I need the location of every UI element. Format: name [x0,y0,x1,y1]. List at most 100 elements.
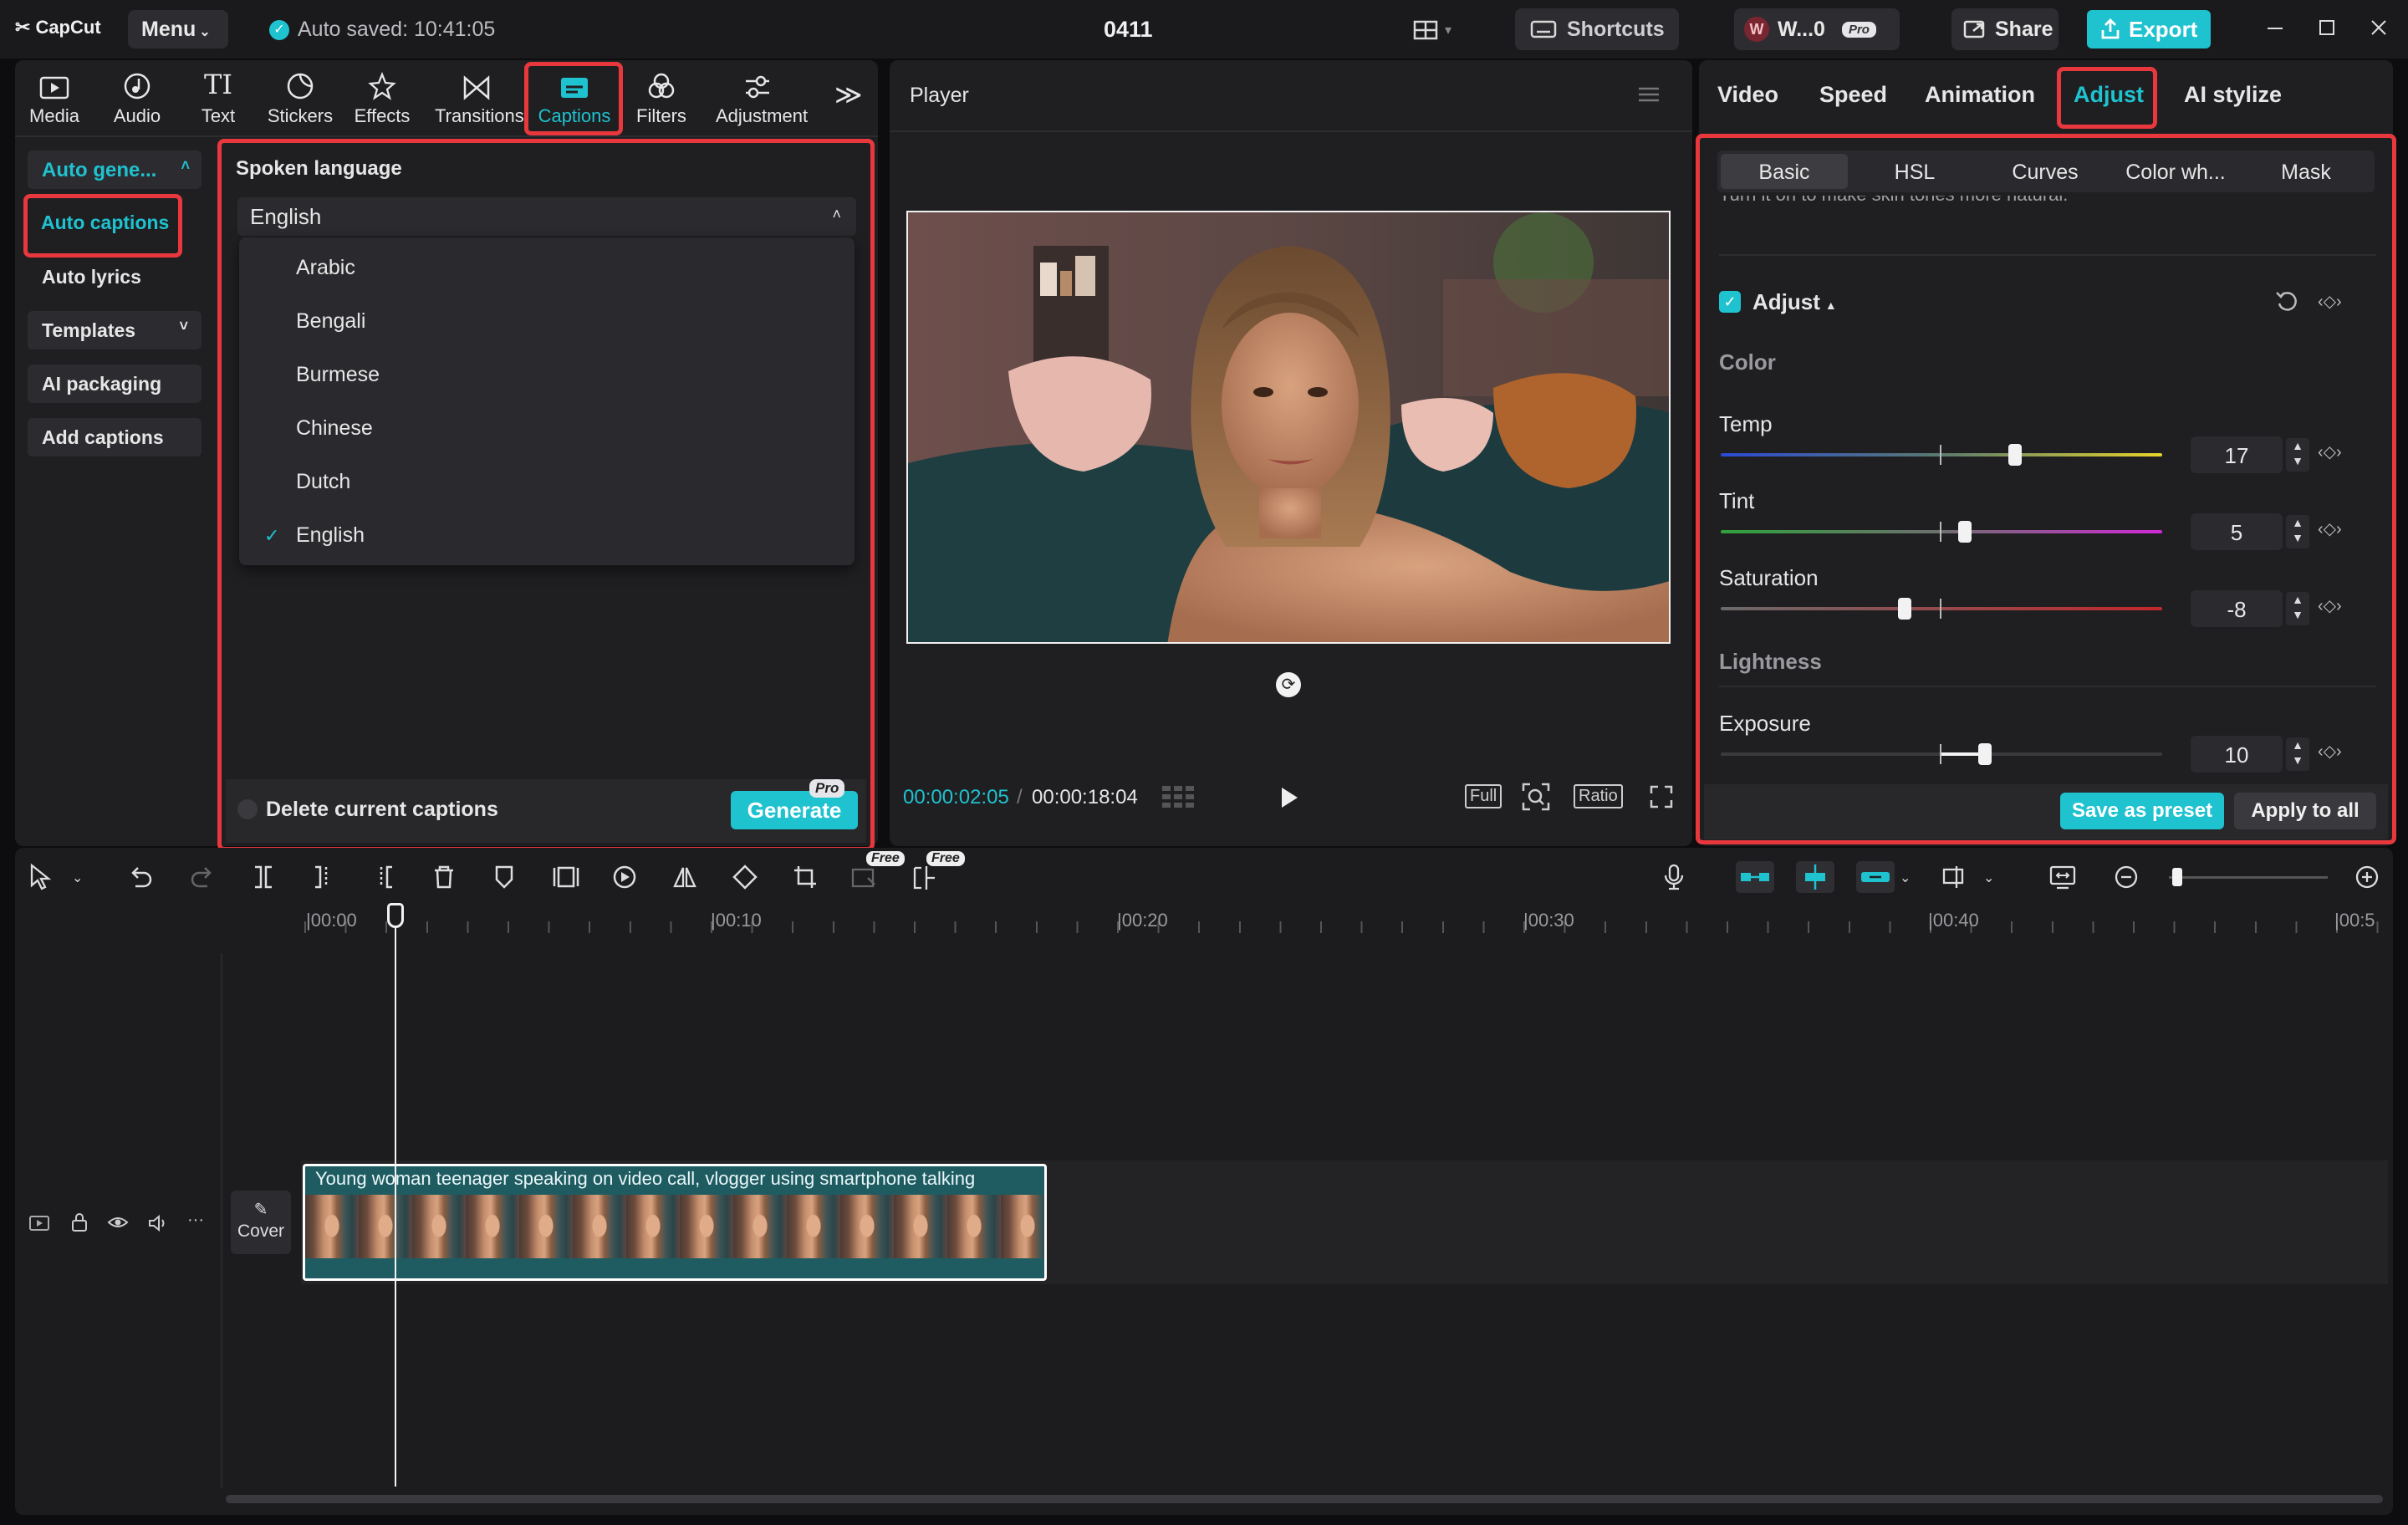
tool-effects[interactable]: Effects [340,65,424,132]
tab-speed[interactable]: Speed [1819,82,1887,108]
auto-reframe-icon[interactable] [851,866,878,894]
auto-lyrics-item[interactable]: Auto lyrics [42,266,141,288]
language-option-dutch[interactable]: Dutch [296,470,350,494]
language-option-arabic[interactable]: Arabic [296,256,355,280]
menu-button[interactable]: Menu ⌄ [128,10,228,48]
timeline-scrollbar[interactable] [226,1495,2383,1503]
exposure-value-input[interactable]: 10 [2191,736,2283,773]
language-option-burmese[interactable]: Burmese [296,363,380,387]
lock-icon[interactable] [70,1212,89,1237]
select-dropdown-icon[interactable]: ⌄ [72,870,83,886]
redo-icon[interactable] [189,865,214,894]
player-menu-icon[interactable] [1637,85,1661,108]
share-button[interactable]: Share [1951,8,2059,50]
saturation-value-input[interactable]: -8 [2191,590,2283,627]
volume-icon[interactable] [147,1214,169,1237]
subtab-mask[interactable]: Mask [2242,154,2370,185]
tab-ai-stylize[interactable]: AI stylize [2184,82,2282,108]
tool-audio[interactable]: Audio [95,65,179,132]
add-captions-item[interactable]: Add captions [28,418,202,456]
undo-icon[interactable] [129,865,154,894]
tint-slider-handle[interactable] [1958,521,1972,543]
preview-axis-icon[interactable] [1941,865,1975,894]
workspace-button[interactable]: W W...0 Pro [1734,8,1900,50]
save-preset-button[interactable]: Save as preset [2060,793,2224,829]
tool-text[interactable]: TI Text [176,65,260,132]
tint-value-input[interactable]: 5 [2191,513,2283,550]
marker-icon[interactable] [492,865,517,894]
saturation-slider-handle[interactable] [1898,598,1911,620]
freeze-icon[interactable] [552,865,580,894]
temp-keyframe-icon[interactable]: ‹◇› [2318,441,2342,462]
video-preview[interactable] [906,211,1671,644]
tint-stepper-icon[interactable]: ▲ ▼ [2286,515,2309,548]
reverse-icon[interactable] [612,865,637,894]
more-tools-icon[interactable]: ≫ [834,79,863,110]
spoken-language-select[interactable]: English ˄ [237,197,856,236]
mirror-icon[interactable] [672,865,697,894]
export-button[interactable]: Export [2087,10,2211,48]
temp-value-input[interactable]: 17 [2191,436,2283,473]
subtab-curves[interactable]: Curves [1982,154,2109,185]
link-dropdown-icon[interactable]: ⌄ [1900,870,1911,886]
preview-axis-dropdown-icon[interactable]: ⌄ [1983,870,1994,886]
tool-transitions[interactable]: Transitions [435,65,524,132]
close-button[interactable] [2366,15,2391,40]
delete-captions-checkbox[interactable] [237,799,258,819]
microphone-icon[interactable] [1662,863,1686,895]
main-track-magnet-icon[interactable] [1736,861,1774,893]
temp-slider-track[interactable] [1721,453,2162,456]
subtab-basic[interactable]: Basic [1721,154,1848,189]
tool-stickers[interactable]: Stickers [258,65,342,132]
ai-packaging-item[interactable]: AI packaging [28,365,202,403]
fullscreen-icon[interactable] [1649,784,1674,814]
minimize-button[interactable] [2263,15,2288,40]
full-button[interactable]: Full [1465,784,1502,808]
subtab-hsl[interactable]: HSL [1851,154,1978,185]
adjust-checkbox[interactable]: ✓ [1719,291,1741,313]
smart-cut-icon[interactable] [911,865,938,895]
saturation-keyframe-icon[interactable]: ‹◇› [2318,595,2342,616]
split-left-icon[interactable] [311,865,336,894]
rotate-icon[interactable] [732,865,758,894]
tool-media[interactable]: Media [13,65,96,132]
temp-slider-handle[interactable] [2008,444,2022,466]
language-option-english[interactable]: English [296,523,365,548]
shortcuts-button[interactable]: Shortcuts [1515,8,1679,50]
layout-icon[interactable]: ▾ [1413,18,1462,42]
fit-timeline-icon[interactable] [2048,865,2077,894]
eye-icon[interactable] [107,1214,129,1235]
tab-animation[interactable]: Animation [1925,82,2035,108]
keyframe-icon[interactable]: ‹◇› [2318,291,2342,312]
tool-filters[interactable]: Filters [620,65,703,132]
auto-generate-item[interactable]: Auto gene... ˄ [28,150,202,189]
split-right-icon[interactable] [371,865,396,894]
split-icon[interactable] [251,865,276,894]
templates-item[interactable]: Templates ˅ [28,311,202,349]
zoom-in-icon[interactable] [2354,865,2380,894]
apply-all-button[interactable]: Apply to all [2234,793,2376,829]
adjust-section-title[interactable]: Adjust ▲ [1752,289,1837,315]
timecode-grid-icon[interactable] [1161,784,1196,814]
ratio-button[interactable]: Ratio [1574,784,1623,808]
project-name[interactable]: 0411 [1104,17,1153,43]
play-icon[interactable] [1279,786,1299,814]
zoom-out-icon[interactable] [2114,865,2139,894]
delete-icon[interactable] [431,865,457,894]
zoom-slider-handle[interactable] [2172,868,2182,886]
tint-slider-track[interactable] [1721,530,2162,533]
exposure-slider-handle[interactable] [1978,743,1992,765]
crop-icon[interactable] [793,865,818,894]
tab-video[interactable]: Video [1717,82,1778,108]
saturation-slider-track[interactable] [1721,607,2162,610]
playhead-handle[interactable] [387,903,404,928]
link-icon[interactable] [1856,861,1895,893]
snap-icon[interactable] [1796,861,1834,893]
cover-button[interactable]: ✎ Cover [231,1191,291,1254]
exposure-keyframe-icon[interactable]: ‹◇› [2318,741,2342,762]
maximize-button[interactable] [2314,15,2339,40]
subtab-color-wheel[interactable]: Color wh... [2112,154,2239,185]
video-clip[interactable]: Young woman teenager speaking on video c… [303,1164,1047,1281]
exposure-stepper-icon[interactable]: ▲ ▼ [2286,737,2309,771]
saturation-stepper-icon[interactable]: ▲ ▼ [2286,592,2309,625]
